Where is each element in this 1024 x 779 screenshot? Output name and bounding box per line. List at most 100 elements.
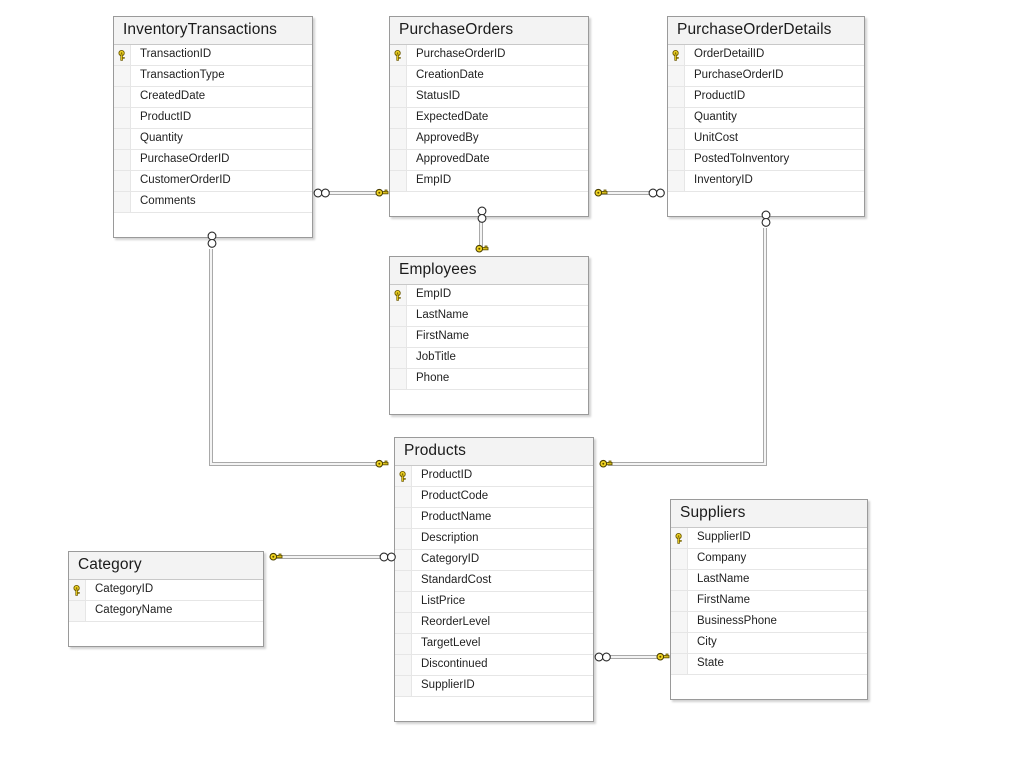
empty-field-row[interactable] — [390, 390, 588, 414]
field-row[interactable]: CreatedDate — [114, 87, 312, 108]
field-row[interactable]: Comments — [114, 192, 312, 213]
relationship-line-core — [608, 228, 766, 465]
field-gutter — [390, 369, 407, 389]
field-row[interactable]: Company — [671, 549, 867, 570]
field-row[interactable]: StatusID — [390, 87, 588, 108]
primary-key-cell — [671, 528, 688, 548]
table-title: Employees — [390, 257, 588, 285]
field-list: EmpID LastName FirstName JobTitle Phone — [390, 285, 588, 414]
field-row[interactable]: PurchaseOrderID — [114, 150, 312, 171]
field-name: ProductCode — [421, 490, 489, 503]
field-gutter — [668, 192, 685, 216]
field-name: Company — [697, 552, 747, 565]
field-row[interactable]: CategoryName — [69, 601, 263, 622]
field-gutter — [668, 150, 685, 170]
field-gutter — [114, 213, 131, 237]
primary-key-cell — [390, 285, 407, 305]
field-row[interactable]: CreationDate — [390, 66, 588, 87]
field-row[interactable]: ListPrice — [395, 592, 593, 613]
field-row[interactable]: SupplierID — [395, 676, 593, 697]
field-row[interactable]: ProductName — [395, 508, 593, 529]
empty-field-row[interactable] — [114, 213, 312, 237]
field-row[interactable]: TransactionType — [114, 66, 312, 87]
field-row[interactable]: FirstName — [671, 591, 867, 612]
field-name: PurchaseOrderID — [140, 153, 230, 166]
empty-field-row[interactable] — [668, 192, 864, 216]
field-row[interactable]: LastName — [671, 570, 867, 591]
field-row[interactable]: State — [671, 654, 867, 675]
field-name: EmpID — [416, 288, 452, 301]
field-row[interactable]: CategoryID — [69, 580, 263, 601]
key-icon — [674, 532, 685, 544]
table-products[interactable]: Products ProductID ProductCode ProductName D… — [394, 437, 594, 722]
field-row[interactable]: Quantity — [114, 129, 312, 150]
field-row[interactable]: UnitCost — [668, 129, 864, 150]
field-gutter — [395, 613, 412, 633]
table-purchaseorderdetails[interactable]: PurchaseOrderDetails OrderDetailID Purchas… — [667, 16, 865, 217]
field-name: TransactionID — [140, 48, 212, 61]
field-row[interactable]: City — [671, 633, 867, 654]
field-gutter — [114, 150, 131, 170]
field-gutter — [390, 108, 407, 128]
field-row[interactable]: TransactionID — [114, 45, 312, 66]
key-icon — [393, 289, 404, 301]
key-icon — [398, 470, 409, 482]
table-employees[interactable]: Employees EmpID LastName FirstName JobTitle P… — [389, 256, 589, 415]
field-row[interactable]: ProductID — [114, 108, 312, 129]
primary-key-cell — [390, 45, 407, 65]
empty-field-row[interactable] — [69, 622, 263, 646]
field-row[interactable]: ReorderLevel — [395, 613, 593, 634]
field-row[interactable]: Quantity — [668, 108, 864, 129]
field-gutter — [390, 390, 407, 414]
field-row[interactable]: CategoryID — [395, 550, 593, 571]
field-name: FirstName — [416, 330, 470, 343]
field-row[interactable]: EmpID — [390, 171, 588, 192]
field-name: ReorderLevel — [421, 616, 491, 629]
field-row[interactable]: TargetLevel — [395, 634, 593, 655]
field-row[interactable]: ApprovedDate — [390, 150, 588, 171]
field-row[interactable]: SupplierID — [671, 528, 867, 549]
empty-field-row[interactable] — [395, 697, 593, 721]
field-row[interactable]: PostedToInventory — [668, 150, 864, 171]
table-purchaseorders[interactable]: PurchaseOrders PurchaseOrderID CreationDat… — [389, 16, 589, 217]
field-row[interactable]: BusinessPhone — [671, 612, 867, 633]
field-row[interactable]: StandardCost — [395, 571, 593, 592]
field-row[interactable]: OrderDetailID — [668, 45, 864, 66]
field-name: ApprovedDate — [416, 153, 490, 166]
field-row[interactable]: ApprovedBy — [390, 129, 588, 150]
field-row[interactable]: ProductCode — [395, 487, 593, 508]
field-gutter — [668, 66, 685, 86]
field-row[interactable]: Discontinued — [395, 655, 593, 676]
field-gutter — [671, 570, 688, 590]
field-gutter — [395, 655, 412, 675]
field-gutter — [668, 171, 685, 191]
table-inventorytransactions[interactable]: InventoryTransactions TransactionID Transa… — [113, 16, 313, 238]
field-row[interactable]: Description — [395, 529, 593, 550]
table-suppliers[interactable]: Suppliers SupplierID Company LastName FirstN… — [670, 499, 868, 700]
field-row[interactable]: FirstName — [390, 327, 588, 348]
field-gutter — [390, 66, 407, 86]
field-row[interactable]: PurchaseOrderID — [390, 45, 588, 66]
field-row[interactable]: ProductID — [395, 466, 593, 487]
field-name: State — [697, 657, 724, 670]
table-title: InventoryTransactions — [114, 17, 312, 45]
field-gutter — [671, 633, 688, 653]
field-gutter — [671, 612, 688, 632]
field-row[interactable]: JobTitle — [390, 348, 588, 369]
field-name: BusinessPhone — [697, 615, 777, 628]
field-gutter — [390, 129, 407, 149]
table-category[interactable]: Category CategoryID CategoryName — [68, 551, 264, 647]
field-row[interactable]: LastName — [390, 306, 588, 327]
field-row[interactable]: ExpectedDate — [390, 108, 588, 129]
field-name: EmpID — [416, 174, 452, 187]
field-row[interactable]: ProductID — [668, 87, 864, 108]
empty-field-row[interactable] — [671, 675, 867, 699]
field-row[interactable]: PurchaseOrderID — [668, 66, 864, 87]
field-row[interactable]: Phone — [390, 369, 588, 390]
field-name: CategoryID — [95, 583, 154, 596]
field-row[interactable]: EmpID — [390, 285, 588, 306]
field-name: ApprovedBy — [416, 132, 479, 145]
empty-field-row[interactable] — [390, 192, 588, 216]
field-row[interactable]: InventoryID — [668, 171, 864, 192]
field-row[interactable]: CustomerOrderID — [114, 171, 312, 192]
